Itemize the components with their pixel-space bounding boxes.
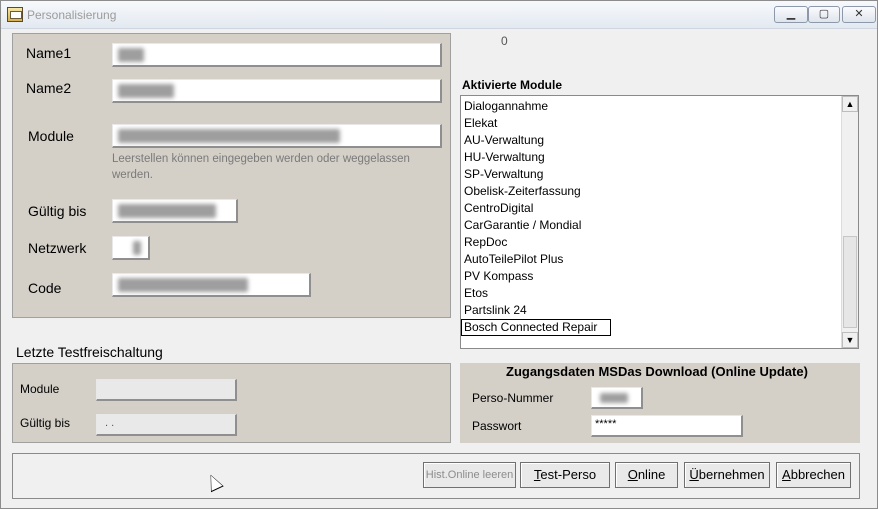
redacted-value [600,393,628,403]
netzwerk-label: Netzwerk [28,240,87,256]
gueltig-bis-field[interactable] [112,199,238,223]
module-list-item[interactable]: CentroDigital [461,200,841,217]
uebernehmen-button[interactable]: Übernehmen [684,462,770,488]
passwort-value: ***** [595,418,617,430]
personalisierung-window: Personalisierung ▁ ▢ ✕ Name1 Name2 Modul… [0,0,878,509]
code-label: Code [28,280,62,296]
perso-nummer-label: Perso-Nummer [472,391,554,405]
module-list-item[interactable]: Bosch Connected Repair [461,319,611,336]
scroll-thumb[interactable] [843,236,857,328]
module-list-item[interactable]: RepDoc [461,234,841,251]
passwort-field[interactable]: ***** [591,415,743,437]
online-label: nline [637,467,666,482]
abbrechen-button[interactable]: Abbrechen [776,462,851,488]
module-list-item[interactable]: AU-Verwaltung [461,132,841,149]
test-gueltig-field: . . [96,414,237,436]
module-list-scrollbar[interactable]: ▲ ▼ [841,96,858,348]
redacted-value [118,129,340,143]
abbrechen-mnemonic: A [782,467,791,482]
netzwerk-field[interactable] [112,236,150,260]
activated-modules-title: Aktivierte Module [462,78,563,92]
code-field[interactable] [112,273,311,297]
redacted-value [118,48,144,62]
redacted-value [133,241,141,255]
chevron-down-icon: ▼ [845,335,855,345]
redacted-value [118,84,174,98]
test-module-field [96,379,237,401]
module-list-item[interactable]: Etos [461,285,841,302]
uebernehmen-mnemonic: Ü [689,467,699,482]
online-mnemonic: O [627,467,638,482]
module-hint: Leerstellen können eingegeben werden ode… [112,153,410,181]
scroll-down-button[interactable]: ▼ [842,332,858,348]
test-module-label: Module [20,382,60,396]
module-count: 0 [501,34,508,48]
test-perso-button[interactable]: Test-Perso [520,462,610,488]
test-gueltig-label: Gültig bis [20,416,71,430]
window-title: Personalisierung [27,8,117,22]
close-icon: ✕ [854,8,864,20]
test-section-title: Letzte Testfreischaltung [16,344,163,360]
minimize-button[interactable]: ▁ [774,6,808,23]
redacted-value [118,278,248,292]
passwort-label: Passwort [472,419,522,433]
redacted-value [118,204,216,218]
minimize-icon: ▁ [786,8,796,20]
module-list-item[interactable]: Partslink 24 [461,302,841,319]
module-list-item[interactable]: Dialogannahme [461,98,841,115]
test-panel: Module Gültig bis . . [12,363,451,443]
abbrechen-label: bbrechen [790,467,845,482]
app-icon [7,7,23,22]
module-list-item[interactable]: SP-Verwaltung [461,166,841,183]
name2-label: Name2 [26,80,72,96]
close-button[interactable]: ✕ [842,6,876,23]
name2-field[interactable] [112,79,442,103]
module-list-item[interactable]: Elekat [461,115,841,132]
module-label: Module [28,128,74,144]
maximize-icon: ▢ [818,8,830,20]
uebernehmen-label: bernehmen [698,467,765,482]
title-bar: Personalisierung ▁ ▢ ✕ [1,1,877,29]
maximize-button[interactable]: ▢ [808,6,840,23]
personalization-panel: Name1 Name2 Module Leerstellen können ei… [12,33,451,318]
name1-label: Name1 [26,45,72,61]
module-list-item[interactable]: Obelisk-Zeiterfassung [461,183,841,200]
module-field[interactable] [112,124,442,148]
module-list-item[interactable]: HU-Verwaltung [461,149,841,166]
msdas-panel: Zugangsdaten MSDas Download (Online Upda… [460,363,860,443]
msdas-title: Zugangsdaten MSDas Download (Online Upda… [506,364,808,379]
name1-field[interactable] [112,43,442,67]
online-button[interactable]: Online [615,462,678,488]
activated-modules-list[interactable]: Dialogannahme Elekat AU-Verwaltung HU-Verwa… [460,95,859,349]
module-list-item[interactable]: CarGarantie / Mondial [461,217,841,234]
test-perso-label: est-Perso [540,467,597,482]
module-list-item[interactable]: AutoTeilePilot Plus [461,251,841,268]
module-list-item[interactable]: PV Kompass [461,268,841,285]
hist-online-leeren-button[interactable]: Hist.Online leeren [423,462,516,488]
scroll-up-button[interactable]: ▲ [842,96,858,112]
test-gueltig-value: . . [105,417,115,429]
perso-nummer-field[interactable] [591,387,643,409]
chevron-up-icon: ▲ [845,99,855,109]
gueltig-bis-label: Gültig bis [28,203,87,219]
